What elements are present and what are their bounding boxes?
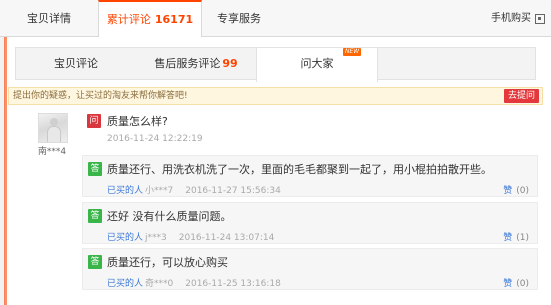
avatar bbox=[38, 113, 68, 143]
subtab-ask-all[interactable]: 问大家 NEW bbox=[256, 48, 378, 82]
accent-line bbox=[4, 37, 7, 305]
answer-time: 2016-11-25 13:16:18 bbox=[185, 279, 281, 289]
answer-icon: 答 bbox=[88, 209, 102, 223]
tab-item-detail[interactable]: 宝贝详情 bbox=[0, 0, 98, 37]
like-count: (0) bbox=[516, 186, 529, 196]
like-count: (0) bbox=[516, 279, 529, 289]
answer-text: 质量还行、用洗衣机洗了一次，里面的毛毛都聚到一起了，用小棍拍拍散开些。 bbox=[107, 163, 492, 176]
mobile-buy-button[interactable]: 手机购买 bbox=[491, 0, 545, 37]
like-button[interactable]: 赞 (0) bbox=[503, 276, 529, 289]
subtab-ask-all-label: 问大家 bbox=[300, 57, 334, 70]
answer-time: 2016-11-24 13:07:14 bbox=[178, 233, 275, 243]
subtab-after-sale-label: 售后服务评论 bbox=[154, 57, 221, 70]
answer-icon: 答 bbox=[88, 255, 102, 269]
answer-icon: 答 bbox=[88, 162, 102, 176]
tab-reviews-label: 累计评论 bbox=[106, 13, 151, 26]
like-count: (1) bbox=[516, 233, 529, 243]
ask-question-button[interactable]: 去提问 bbox=[503, 89, 539, 103]
sub-tab-bar: 宝贝评论 售后服务评论 99 问大家 NEW bbox=[15, 47, 536, 82]
answer-item: 答 质量还行、用洗衣机洗了一次，里面的毛毛都聚到一起了，用小棍拍拍散开些。 已买… bbox=[82, 155, 538, 197]
question-icon: 问 bbox=[87, 114, 101, 128]
answer-text: 还好 没有什么质量问题。 bbox=[107, 210, 232, 223]
avatar-body-shape bbox=[47, 126, 61, 142]
new-badge: NEW bbox=[343, 48, 362, 56]
answer-meta: 已买的人 奇***0 2016-11-25 13:16:18 bbox=[107, 276, 281, 289]
tab-reviews[interactable]: 累计评论 16171 bbox=[98, 0, 202, 38]
buyer-name: 小***7 bbox=[145, 186, 174, 196]
answer-meta: 已买的人 小***7 2016-11-27 15:56:34 bbox=[107, 183, 281, 196]
ask-prompt-bar: 提出你的疑惑，让买过的淘友来帮你解答吧! 去提问 bbox=[8, 87, 543, 105]
tab-exclusive-service[interactable]: 专享服务 bbox=[202, 0, 276, 37]
buyer-name: 奇***0 bbox=[145, 279, 174, 289]
answer-time: 2016-11-27 15:56:34 bbox=[185, 186, 281, 196]
answer-meta: 已买的人 j***3 2016-11-24 13:07:14 bbox=[107, 230, 274, 243]
like-label: 赞 bbox=[503, 233, 513, 243]
like-label: 赞 bbox=[503, 186, 513, 196]
mobile-buy-label: 手机购买 bbox=[491, 13, 531, 24]
answer-item: 答 还好 没有什么质量问题。 已买的人 j***3 2016-11-24 13:07… bbox=[82, 202, 538, 244]
answer-text: 质量还行，可以放心购买 bbox=[107, 256, 228, 269]
subtab-item-reviews[interactable]: 宝贝评论 bbox=[16, 48, 136, 79]
answer-item: 答 质量还行，可以放心购买 已买的人 奇***0 2016-11-25 13:16:… bbox=[82, 248, 538, 290]
like-label: 赞 bbox=[503, 279, 513, 289]
buyer-name: j***3 bbox=[145, 233, 167, 243]
buyer-label-link[interactable]: 已买的人 bbox=[107, 186, 143, 196]
ask-prompt-text: 提出你的疑惑，让买过的淘友来帮你解答吧! bbox=[13, 91, 188, 101]
question-user-name: 南***4 bbox=[37, 147, 67, 157]
buyer-label-link[interactable]: 已买的人 bbox=[107, 279, 143, 289]
question-text: 质量怎么样? bbox=[107, 115, 168, 128]
top-tab-bar: 宝贝详情 累计评论 16171 专享服务 手机购买 bbox=[0, 0, 551, 38]
question-time: 2016-11-24 12:22:19 bbox=[107, 134, 203, 144]
after-sale-count: 99 bbox=[222, 57, 238, 70]
reviews-count: 16171 bbox=[154, 13, 194, 26]
like-button[interactable]: 赞 (0) bbox=[503, 183, 529, 196]
buyer-label-link[interactable]: 已买的人 bbox=[107, 233, 143, 243]
subtab-after-sale-reviews[interactable]: 售后服务评论 99 bbox=[136, 48, 256, 79]
avatar-head-shape bbox=[50, 118, 58, 126]
like-button[interactable]: 赞 (1) bbox=[503, 230, 529, 243]
qr-code-icon bbox=[535, 13, 545, 24]
